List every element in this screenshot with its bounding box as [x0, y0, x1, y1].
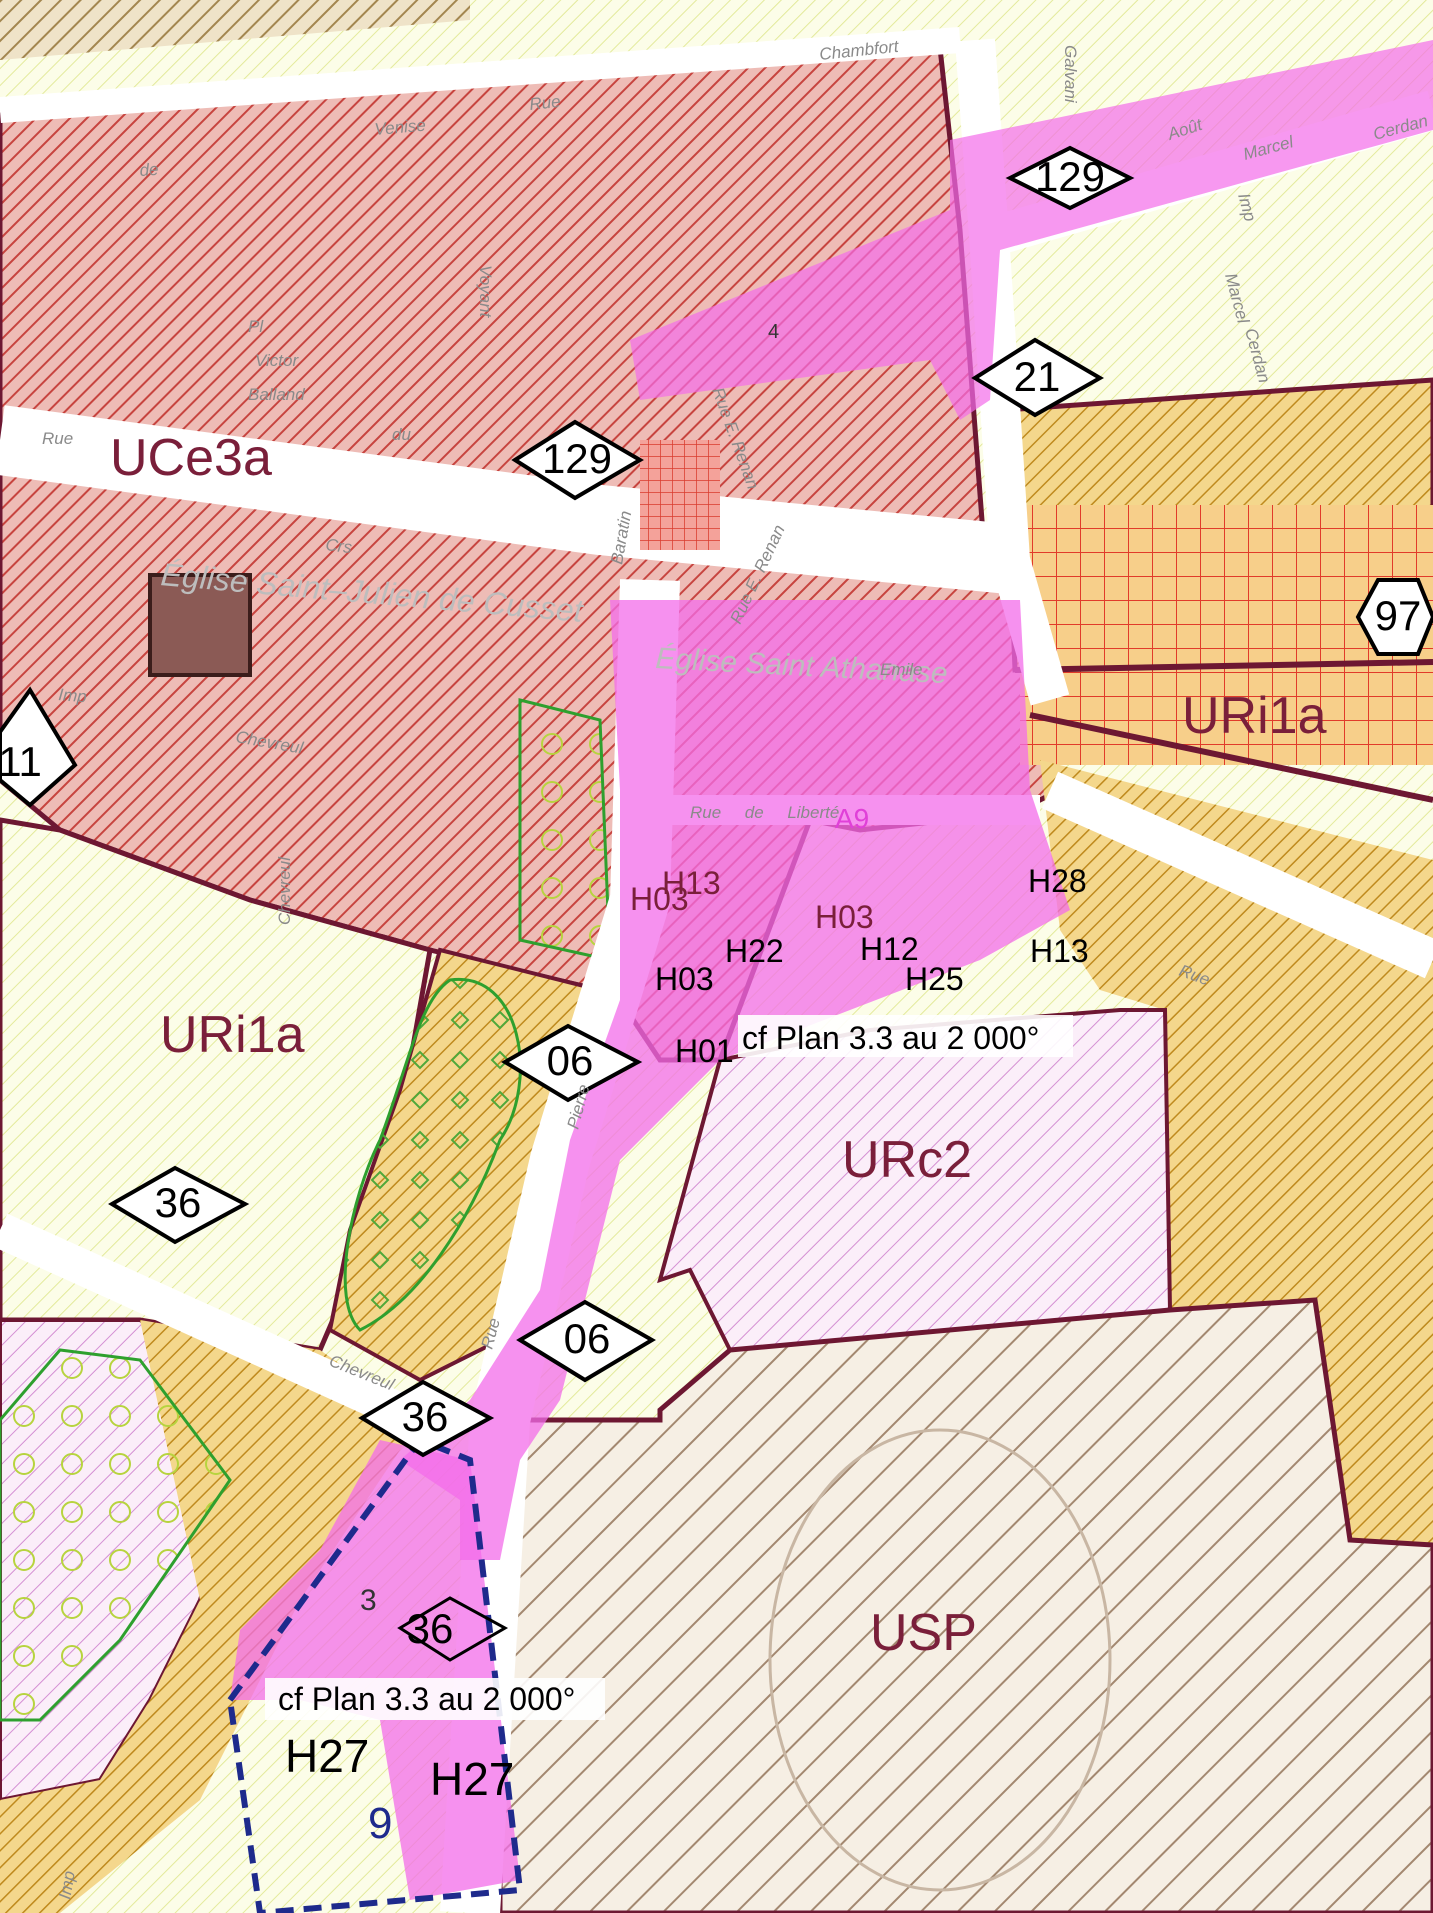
- heritage-h01: H01: [675, 1033, 734, 1069]
- heritage-h13-b: H13: [1030, 933, 1089, 969]
- svg-text:97: 97: [1375, 592, 1422, 639]
- heritage-h03-c: H03: [655, 961, 714, 997]
- heritage-3: 3: [360, 1584, 377, 1617]
- heritage-h28: H28: [1028, 863, 1087, 899]
- heritage-h27-b: H27: [430, 1753, 514, 1805]
- street-crs: Crs: [325, 535, 354, 557]
- svg-text:129: 129: [542, 435, 612, 482]
- street-du: du: [392, 425, 411, 444]
- street-victor: Victor: [255, 351, 299, 370]
- svg-text:36: 36: [402, 1393, 449, 1440]
- street-balland: Balland: [248, 385, 305, 404]
- street-chevreul-v: Chevreul: [275, 856, 294, 925]
- left-park-circles: [518, 698, 612, 962]
- street-galvani: Galvani: [1061, 45, 1080, 104]
- zone-label-urc2: URc2: [842, 1131, 972, 1189]
- street-rue-left: Rue: [42, 429, 73, 448]
- heritage-h03-b: H03: [630, 881, 689, 917]
- svg-text:36: 36: [155, 1179, 202, 1226]
- svg-text:11: 11: [0, 738, 42, 785]
- zone-label-uri1a-right: URi1a: [1182, 687, 1327, 745]
- heritage-h27-a: H27: [285, 1730, 369, 1782]
- plan-ref-top: cf Plan 3.3 au 2 000°: [738, 1015, 1073, 1057]
- zone-label-uce3a: UCe3a: [110, 429, 272, 487]
- svg-text:129: 129: [1035, 153, 1105, 200]
- zone-label-usp: USP: [870, 1604, 977, 1662]
- heritage-h22: H22: [725, 933, 784, 969]
- street-rue-liberte: Rue de Liberté: [690, 803, 839, 822]
- street-imp-left: Imp: [58, 685, 88, 706]
- heritage-9: 9: [368, 1799, 392, 1848]
- street-rue-top: Rue: [528, 92, 561, 114]
- heritage-a9: A9: [835, 803, 869, 834]
- grid-patch: [640, 440, 720, 550]
- svg-text:06: 06: [547, 1037, 594, 1084]
- street-de-top: de: [139, 160, 159, 180]
- plan-ref-bottom: cf Plan 3.3 au 2 000°: [265, 1678, 605, 1720]
- svg-text:36: 36: [407, 1605, 454, 1652]
- street-pl: Pl: [248, 317, 264, 336]
- svg-text:06: 06: [564, 1315, 611, 1362]
- zone-label-uri1a-left: URi1a: [160, 1006, 305, 1064]
- svg-text:cf Plan 3.3 au 2 000°: cf Plan 3.3 au 2 000°: [742, 1020, 1039, 1056]
- heritage-h03-a: H03: [815, 899, 874, 935]
- street-voyant: Voyant: [476, 265, 495, 319]
- street-emile: Emile: [880, 660, 923, 679]
- svg-text:cf Plan 3.3 au 2 000°: cf Plan 3.3 au 2 000°: [278, 1681, 575, 1717]
- svg-text:21: 21: [1014, 353, 1061, 400]
- zoning-map: UCe3a URi1a URi1a URc2 USP 129 21 129 97…: [0, 0, 1433, 1913]
- heritage-4: 4: [768, 321, 779, 343]
- heritage-h12: H12: [860, 931, 919, 967]
